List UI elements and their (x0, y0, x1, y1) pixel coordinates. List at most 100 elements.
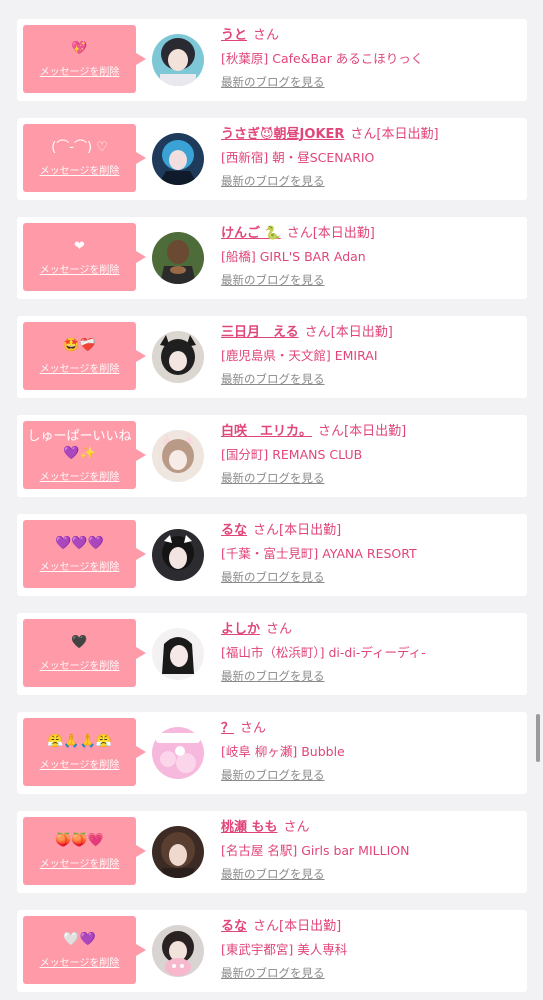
honorific-label: さん (253, 28, 280, 43)
name-line: るな さん[本日出勤] (221, 918, 521, 936)
bubble-logo-avatar-icon[interactable] (152, 727, 204, 779)
message-info: るな さん[本日出勤] [千葉・富士見町] AYANA RESORT 最新のブログ… (221, 522, 521, 585)
delete-message-link[interactable]: メッセージを削除 (40, 558, 120, 573)
girl-photo-avatar-icon[interactable] (152, 34, 204, 86)
latest-blog-link[interactable]: 最新のブログを見る (221, 966, 325, 981)
honorific-label: さん (286, 226, 313, 241)
message-card: 💖 メッセージを削除 うと さん [秋葉原] Cafe&Bar あるこほりっく 最… (17, 19, 527, 101)
latest-blog-link[interactable]: 最新のブログを見る (221, 75, 325, 90)
message-bubble: 💖 メッセージを削除 (23, 25, 146, 93)
message-info: けんご 🐍 さん[本日出勤] [船橋] GIRL'S BAR Adan 最新のブロ… (221, 225, 521, 288)
delete-message-link[interactable]: メッセージを削除 (40, 468, 120, 483)
message-bubble: 🍑🍑💗 メッセージを削除 (23, 817, 146, 885)
sender-name-link[interactable]: よしか (221, 622, 260, 637)
message-bubble: 🤩❤️‍🩹 メッセージを削除 (23, 322, 146, 390)
message-bubble: 💜💜💜 メッセージを削除 (23, 520, 146, 588)
message-card: 🤍💜 メッセージを削除 るな さん[本日出勤] [東武宇都宮] 美人専科 最新のブ… (17, 910, 527, 992)
message-text: 🤩❤️‍🩹 (63, 338, 96, 353)
delete-message-link[interactable]: メッセージを削除 (40, 63, 120, 78)
message-card: 🤩❤️‍🩹 メッセージを削除 三日月 える さん[本日出勤] [鹿児島県・天文館]… (17, 316, 527, 398)
message-card: ❤ メッセージを削除 けんご 🐍 さん[本日出勤] [船橋] GIRL'S BAR… (17, 217, 527, 299)
name-line: うと さん (221, 27, 521, 45)
girl-photo-avatar-icon[interactable] (152, 529, 204, 581)
workday-badge: [本日出勤] (279, 919, 342, 934)
shop-label: [秋葉原] Cafe&Bar あるこほりっく (221, 51, 424, 66)
latest-blog-link[interactable]: 最新のブログを見る (221, 273, 325, 288)
message-info: 桃瀬 もも さん [名古屋 名駅] Girls bar MILLION 最新のブロ… (221, 819, 521, 882)
honorific-label: さん (304, 325, 331, 340)
latest-blog-link[interactable]: 最新のブログを見る (221, 570, 325, 585)
name-line: けんご 🐍 さん[本日出勤] (221, 225, 521, 243)
shop-label: [国分町] REMANS CLUB (221, 447, 363, 462)
workday-badge: [本日出勤] (279, 523, 342, 538)
shop-label: [鹿児島県・天文館] EMIRAI (221, 348, 378, 363)
delete-message-link[interactable]: メッセージを削除 (40, 261, 120, 276)
workday-badge: [本日出勤] (376, 127, 439, 142)
honorific-label: さん (283, 820, 310, 835)
delete-message-link[interactable]: メッセージを削除 (40, 855, 120, 870)
message-text: 💜💜💜 (55, 536, 104, 551)
latest-blog-link[interactable]: 最新のブログを見る (221, 867, 325, 882)
delete-message-link[interactable]: メッセージを削除 (40, 162, 120, 177)
man-photo-avatar-icon[interactable] (152, 232, 204, 284)
latest-blog-link[interactable]: 最新のブログを見る (221, 768, 325, 783)
message-bubble: しゅーぱーいいね 💜✨ メッセージを削除 (23, 421, 146, 489)
sender-name-link[interactable]: 三日月 える (221, 325, 299, 340)
girl-photo-avatar-icon[interactable] (152, 826, 204, 878)
name-line: 桃瀬 もも さん (221, 819, 521, 837)
shop-label: [岐阜 柳ヶ瀬] Bubble (221, 744, 345, 759)
delete-message-link[interactable]: メッセージを削除 (40, 756, 120, 771)
girl-photo-avatar-icon[interactable] (152, 430, 204, 482)
name-line: うさぎ😈朝昼JOKER さん[本日出勤] (221, 126, 521, 144)
honorific-label: さん (266, 622, 293, 637)
latest-blog-link[interactable]: 最新のブログを見る (221, 669, 325, 684)
name-line: ？ さん (221, 720, 521, 738)
honorific-label: さん (350, 127, 377, 142)
message-bubble: 🖤 メッセージを削除 (23, 619, 146, 687)
sender-name-link[interactable]: ？ (221, 721, 234, 736)
message-text: ❤ (74, 239, 85, 254)
sender-name-link[interactable]: けんご 🐍 (221, 226, 281, 241)
shop-label: [船橋] GIRL'S BAR Adan (221, 249, 366, 264)
latest-blog-link[interactable]: 最新のブログを見る (221, 471, 325, 486)
delete-message-link[interactable]: メッセージを削除 (40, 657, 120, 672)
latest-blog-link[interactable]: 最新のブログを見る (221, 174, 325, 189)
delete-message-link[interactable]: メッセージを削除 (40, 954, 120, 969)
shop-label: [千葉・富士見町] AYANA RESORT (221, 546, 417, 561)
message-info: 三日月 える さん[本日出勤] [鹿児島県・天文館] EMIRAI 最新のブログを… (221, 324, 521, 387)
shop-label: [福山市（松浜町）] di-di-ディーディ- (221, 645, 426, 660)
message-info: 白咲 エリカ。 さん[本日出勤] [国分町] REMANS CLUB 最新のブログ… (221, 423, 521, 486)
shop-label: [名古屋 名駅] Girls bar MILLION (221, 843, 410, 858)
girl-photo-avatar-icon[interactable] (152, 133, 204, 185)
girl-photo-avatar-icon[interactable] (152, 925, 204, 977)
delete-message-link[interactable]: メッセージを削除 (40, 360, 120, 375)
message-text: 🤍💜 (63, 932, 96, 947)
name-line: 三日月 える さん[本日出勤] (221, 324, 521, 342)
message-card: 😤🙏🙏😤 メッセージを削除 ？ さん [岐阜 柳ヶ瀬] Bubble 最新のブログ… (17, 712, 527, 794)
honorific-label: さん (318, 424, 345, 439)
name-line: よしか さん (221, 621, 521, 639)
sender-name-link[interactable]: うさぎ😈朝昼JOKER (221, 127, 344, 142)
message-bubble: ❤ メッセージを削除 (23, 223, 146, 291)
message-bubble: 🤍💜 メッセージを削除 (23, 916, 146, 984)
sender-name-link[interactable]: 桃瀬 もも (221, 820, 278, 835)
message-info: よしか さん [福山市（松浜町）] di-di-ディーディ- 最新のブログを見る (221, 621, 521, 684)
honorific-label: さん (240, 721, 267, 736)
latest-blog-link[interactable]: 最新のブログを見る (221, 372, 325, 387)
scrollbar-thumb[interactable] (536, 714, 540, 762)
girl-photo-avatar-icon[interactable] (152, 331, 204, 383)
message-info: うと さん [秋葉原] Cafe&Bar あるこほりっく 最新のブログを見る (221, 27, 521, 90)
girl-photo-avatar-icon[interactable] (152, 628, 204, 680)
name-line: るな さん[本日出勤] (221, 522, 521, 540)
sender-name-link[interactable]: 白咲 エリカ。 (221, 424, 312, 439)
message-text: 🖤 (71, 635, 88, 650)
honorific-label: さん (253, 523, 280, 538)
shop-label: [西新宿] 朝・昼SCENARIO (221, 150, 375, 165)
sender-name-link[interactable]: うと (221, 28, 247, 43)
sender-name-link[interactable]: るな (221, 523, 247, 538)
sender-name-link[interactable]: るな (221, 919, 247, 934)
message-text: 💖 (71, 41, 88, 56)
message-card: 🖤 メッセージを削除 よしか さん [福山市（松浜町）] di-di-ディーディ-… (17, 613, 527, 695)
shop-label: [東武宇都宮] 美人専科 (221, 942, 348, 957)
message-text: (⌒-⌒) ♡ (51, 140, 108, 155)
